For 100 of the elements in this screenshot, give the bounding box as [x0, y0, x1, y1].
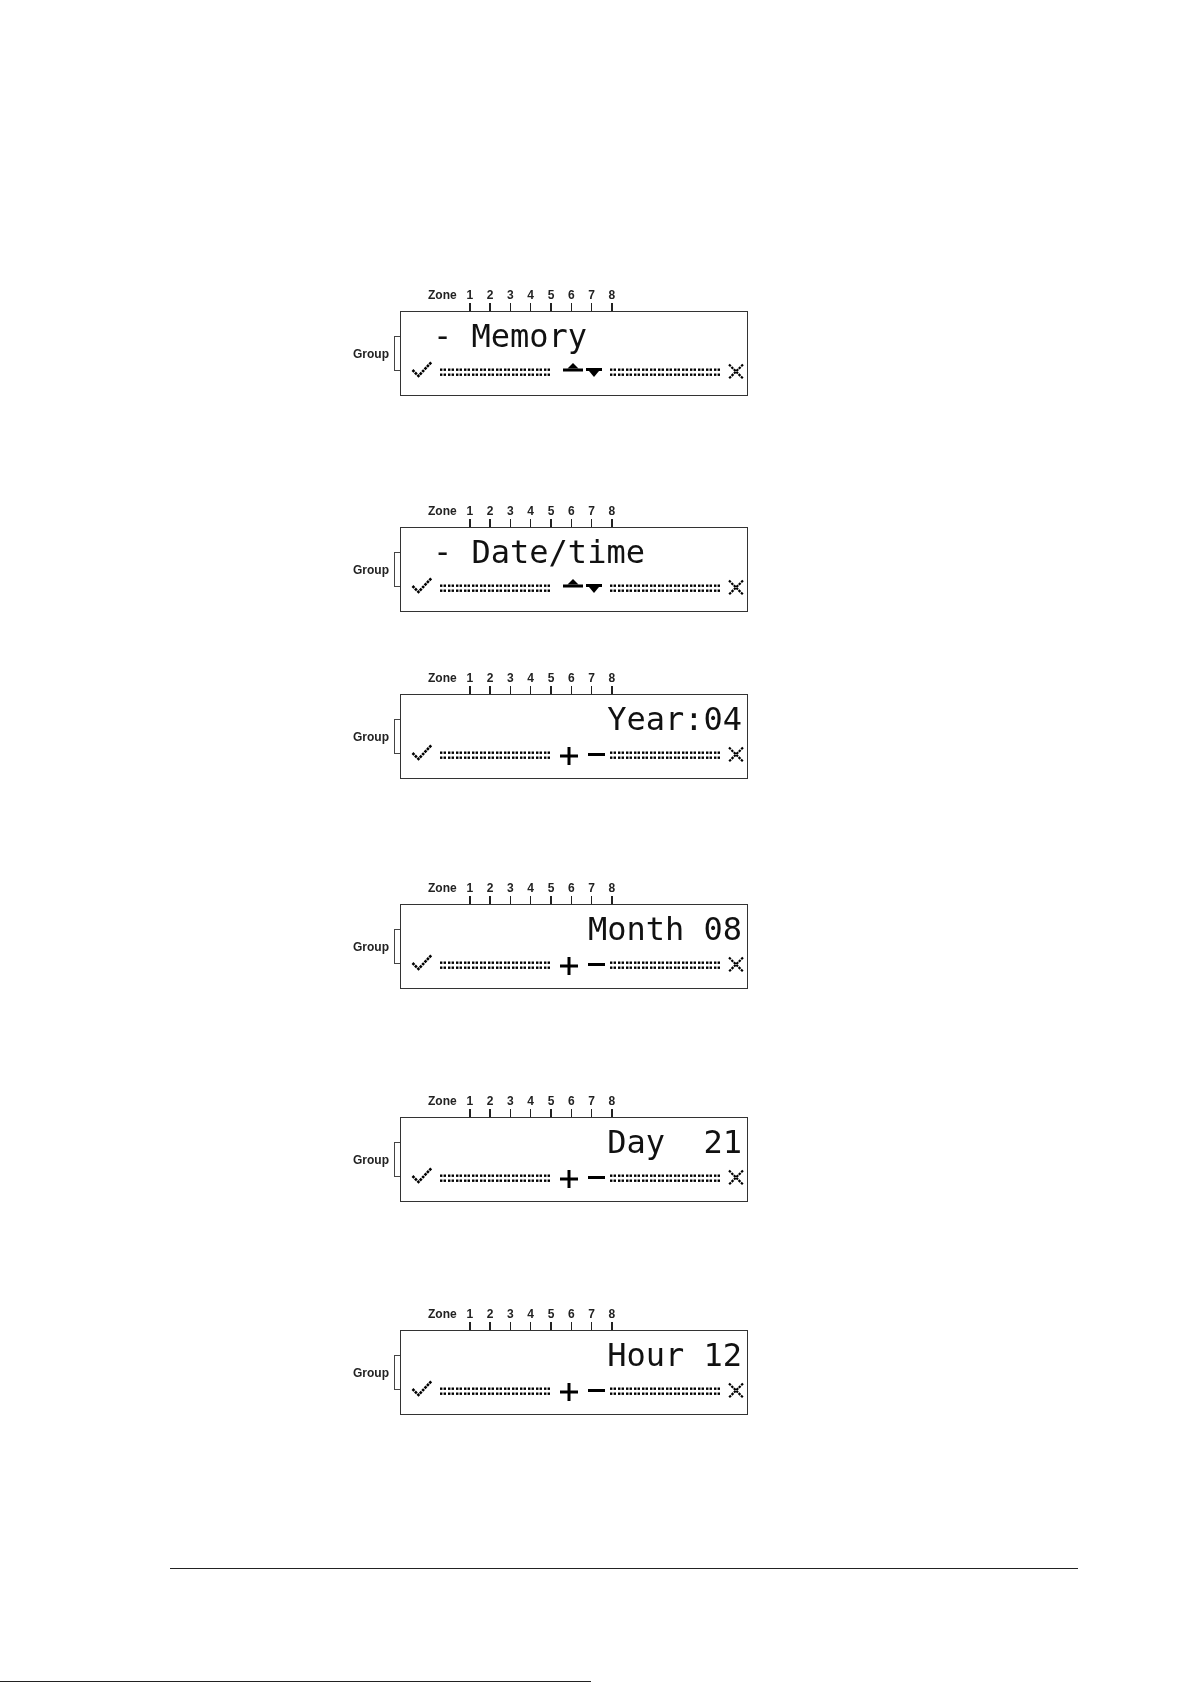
tick-mark [590, 896, 593, 904]
zone-number: 7 [588, 672, 595, 685]
tick-mark [469, 519, 471, 527]
tick-mark [611, 686, 613, 694]
zone-label: Zone [428, 289, 457, 302]
tick-mark [590, 686, 593, 694]
zone-label: Zone [428, 505, 457, 518]
minus-icon [588, 752, 605, 756]
tick-mark [611, 519, 613, 527]
display-text: Month 08 [587, 911, 742, 947]
tick-mark [530, 1109, 532, 1117]
tick-mark [570, 686, 572, 694]
tick-mark [530, 1322, 532, 1330]
zone-number: 5 [547, 882, 555, 895]
zone-number: 2 [486, 1095, 494, 1108]
group-label: Group [353, 1152, 390, 1167]
tick-mark [530, 519, 532, 527]
up-arrow-icon [563, 578, 583, 588]
zone-number: 3 [507, 672, 514, 685]
zone-number: 1 [466, 1095, 474, 1108]
zone-number: 7 [588, 882, 595, 895]
display-text: Day 21 [607, 1124, 742, 1160]
zone-number: 6 [567, 505, 575, 518]
tick-mark [570, 896, 572, 904]
zone-number: 7 [588, 505, 595, 518]
tick-mark [611, 303, 613, 311]
down-arrow-icon [586, 367, 602, 377]
zone-number: 1 [466, 882, 474, 895]
up-arrow-icon [563, 362, 583, 372]
plus-icon [560, 957, 578, 975]
group-bracket [394, 929, 400, 964]
plus-icon [560, 747, 578, 765]
zone-number: 1 [466, 289, 474, 302]
zone-number: 2 [486, 289, 494, 302]
checkmark-icon [411, 575, 433, 594]
zone-number: 4 [527, 1308, 535, 1321]
group-label: Group [353, 346, 390, 361]
tick-mark [469, 1109, 471, 1117]
zone-number: 7 [588, 1095, 595, 1108]
group-label: Group [353, 939, 390, 954]
tick-mark [570, 1322, 572, 1330]
tick-mark [550, 896, 552, 904]
tick-mark [550, 519, 552, 527]
tick-mark [611, 896, 613, 904]
checkmark-icon [411, 742, 433, 761]
tick-mark [550, 1322, 552, 1330]
zone-number: 8 [608, 672, 616, 685]
tick-mark [570, 1109, 572, 1117]
tick-mark [489, 896, 491, 904]
zone-number: 5 [547, 505, 555, 518]
zone-label: Zone [428, 672, 457, 685]
display-text: Year:04 [607, 701, 742, 737]
tick-mark [590, 519, 593, 527]
cross-icon [727, 1169, 745, 1186]
group-bracket [394, 336, 400, 371]
tick-mark [469, 1322, 471, 1330]
zone-number: 8 [608, 1095, 616, 1108]
zone-number: 3 [507, 1095, 514, 1108]
tick-mark [509, 896, 512, 904]
zone-number: 2 [486, 672, 494, 685]
zone-number: 8 [608, 289, 616, 302]
tick-mark [489, 686, 491, 694]
zone-number: 5 [547, 1095, 555, 1108]
minus-icon [588, 1175, 605, 1179]
zone-number: 4 [527, 289, 535, 302]
zone-number: 2 [486, 505, 494, 518]
zone-number: 2 [486, 882, 494, 895]
tick-mark [590, 1322, 593, 1330]
minus-icon [588, 1388, 605, 1392]
zone-number: 7 [588, 1308, 595, 1321]
dot-pattern-icon [440, 368, 552, 376]
group-bracket [394, 1142, 400, 1177]
zone-number: 1 [466, 1308, 474, 1321]
checkmark-icon [411, 359, 433, 378]
tick-mark [469, 303, 471, 311]
tick-mark [509, 303, 512, 311]
cross-icon [727, 579, 745, 596]
group-bracket [394, 719, 400, 754]
zone-number: 6 [567, 882, 575, 895]
cross-icon [727, 1382, 745, 1399]
tick-mark [509, 519, 512, 527]
zone-number: 1 [466, 505, 474, 518]
dot-pattern-icon [440, 751, 552, 759]
zone-number: 8 [608, 1308, 616, 1321]
tick-mark [570, 519, 572, 527]
tick-mark [509, 1322, 512, 1330]
zone-number: 7 [588, 289, 595, 302]
dot-pattern-icon [440, 584, 552, 592]
zone-number: 5 [547, 289, 555, 302]
dot-pattern-icon [440, 961, 552, 969]
checkmark-icon [411, 1378, 433, 1397]
zone-number: 4 [527, 1095, 535, 1108]
zone-label: Zone [428, 1095, 457, 1108]
zone-number: 4 [527, 505, 535, 518]
checkmark-icon [411, 1165, 433, 1184]
tick-mark [570, 303, 572, 311]
cross-icon [727, 956, 745, 973]
tick-mark [530, 686, 532, 694]
tick-mark [469, 896, 471, 904]
tick-mark [530, 896, 532, 904]
